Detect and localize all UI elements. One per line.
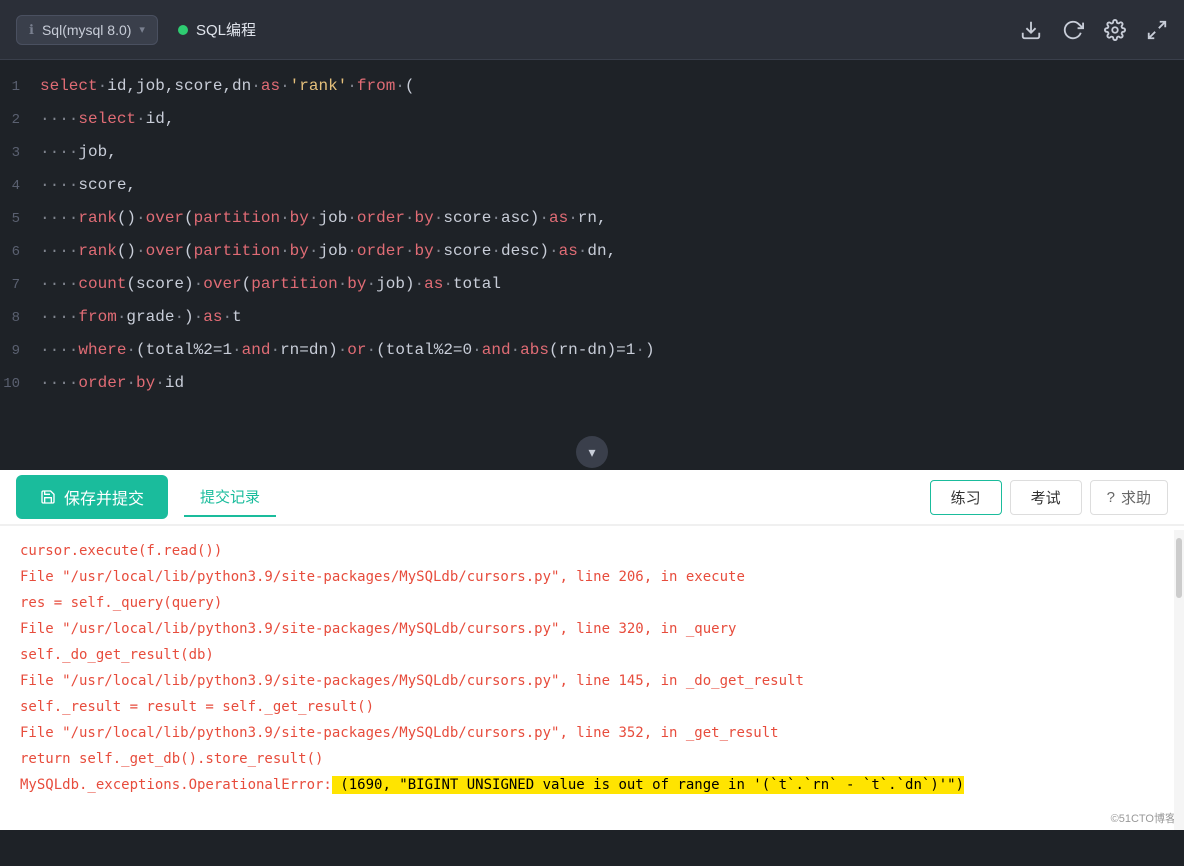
code-editor[interactable]: 1 select·id,job,score,dn·as·'rank'·from·…: [0, 60, 1184, 470]
tab-submit-record[interactable]: 提交记录: [184, 478, 276, 517]
watermark: ©51CTO博客: [1111, 810, 1176, 826]
info-icon: ℹ: [29, 22, 34, 38]
error-line-4: File "/usr/local/lib/python3.9/site-pack…: [20, 616, 1164, 642]
sql-label: SQL编程: [196, 19, 256, 40]
code-line-4: 4 ····score,: [0, 169, 1184, 202]
error-line-3: res = self._query(query): [20, 590, 1164, 616]
fullscreen-button[interactable]: [1146, 19, 1168, 41]
chevron-down-icon: ▾: [139, 23, 145, 36]
collapse-row: ▾: [0, 434, 1184, 470]
code-content: 1 select·id,job,score,dn·as·'rank'·from·…: [0, 60, 1184, 410]
submit-button[interactable]: 保存并提交: [16, 475, 168, 519]
settings-button[interactable]: [1104, 19, 1126, 41]
code-line-5: 5 ····rank()·over(partition·by·job·order…: [0, 202, 1184, 235]
error-line-5: self._do_get_result(db): [20, 642, 1164, 668]
error-highlight: (1690, "BIGINT UNSIGNED value is out of …: [332, 776, 964, 794]
code-line-1: 1 select·id,job,score,dn·as·'rank'·from·…: [0, 70, 1184, 103]
error-line-9: return self._get_db().store_result(): [20, 746, 1164, 772]
top-bar-right: [1020, 19, 1168, 41]
bottom-panel: 保存并提交 提交记录 练习 考试 ? 求助 cursor.execute(f.r…: [0, 470, 1184, 830]
code-line-7: 7 ····count(score)·over(partition·by·job…: [0, 268, 1184, 301]
code-line-9: 9 ····where·(total%2=1·and·rn=dn)·or·(to…: [0, 334, 1184, 367]
error-line-1: cursor.execute(f.read()): [20, 538, 1164, 564]
scrollbar-right[interactable]: [1174, 530, 1184, 830]
collapse-button[interactable]: ▾: [576, 436, 608, 468]
code-line-3: 3 ····job,: [0, 136, 1184, 169]
sql-badge: SQL编程: [178, 19, 256, 40]
error-line-10: MySQLdb._exceptions.OperationalError: (1…: [20, 772, 1164, 798]
tab-exam[interactable]: 考试: [1010, 480, 1082, 515]
code-line-10: 10 ····order·by·id: [0, 367, 1184, 400]
help-button[interactable]: ? 求助: [1090, 480, 1168, 515]
error-output: cursor.execute(f.read()) File "/usr/loca…: [0, 526, 1184, 830]
tab-practice[interactable]: 练习: [930, 480, 1002, 515]
error-line-8: File "/usr/local/lib/python3.9/site-pack…: [20, 720, 1164, 746]
download-button[interactable]: [1020, 19, 1042, 41]
refresh-button[interactable]: [1062, 19, 1084, 41]
db-selector-label: Sql(mysql 8.0): [42, 22, 131, 38]
error-line-7: self._result = result = self._get_result…: [20, 694, 1164, 720]
top-bar-left: ℹ Sql(mysql 8.0) ▾ SQL编程: [16, 15, 256, 45]
error-line-2: File "/usr/local/lib/python3.9/site-pack…: [20, 564, 1164, 590]
code-line-2: 2 ····select·id,: [0, 103, 1184, 136]
db-selector[interactable]: ℹ Sql(mysql 8.0) ▾: [16, 15, 158, 45]
status-dot: [178, 25, 188, 35]
right-tabs: 练习 考试 ? 求助: [930, 480, 1168, 515]
code-line-6: 6 ····rank()·over(partition·by·job·order…: [0, 235, 1184, 268]
code-line-8: 8 ····from·grade·)·as·t: [0, 301, 1184, 334]
bottom-toolbar: 保存并提交 提交记录 练习 考试 ? 求助: [0, 470, 1184, 526]
error-line-6: File "/usr/local/lib/python3.9/site-pack…: [20, 668, 1164, 694]
help-circle-icon: ?: [1107, 489, 1115, 506]
top-bar: ℹ Sql(mysql 8.0) ▾ SQL编程: [0, 0, 1184, 60]
submit-label: 保存并提交: [64, 485, 144, 509]
scrollbar-thumb: [1176, 538, 1182, 598]
